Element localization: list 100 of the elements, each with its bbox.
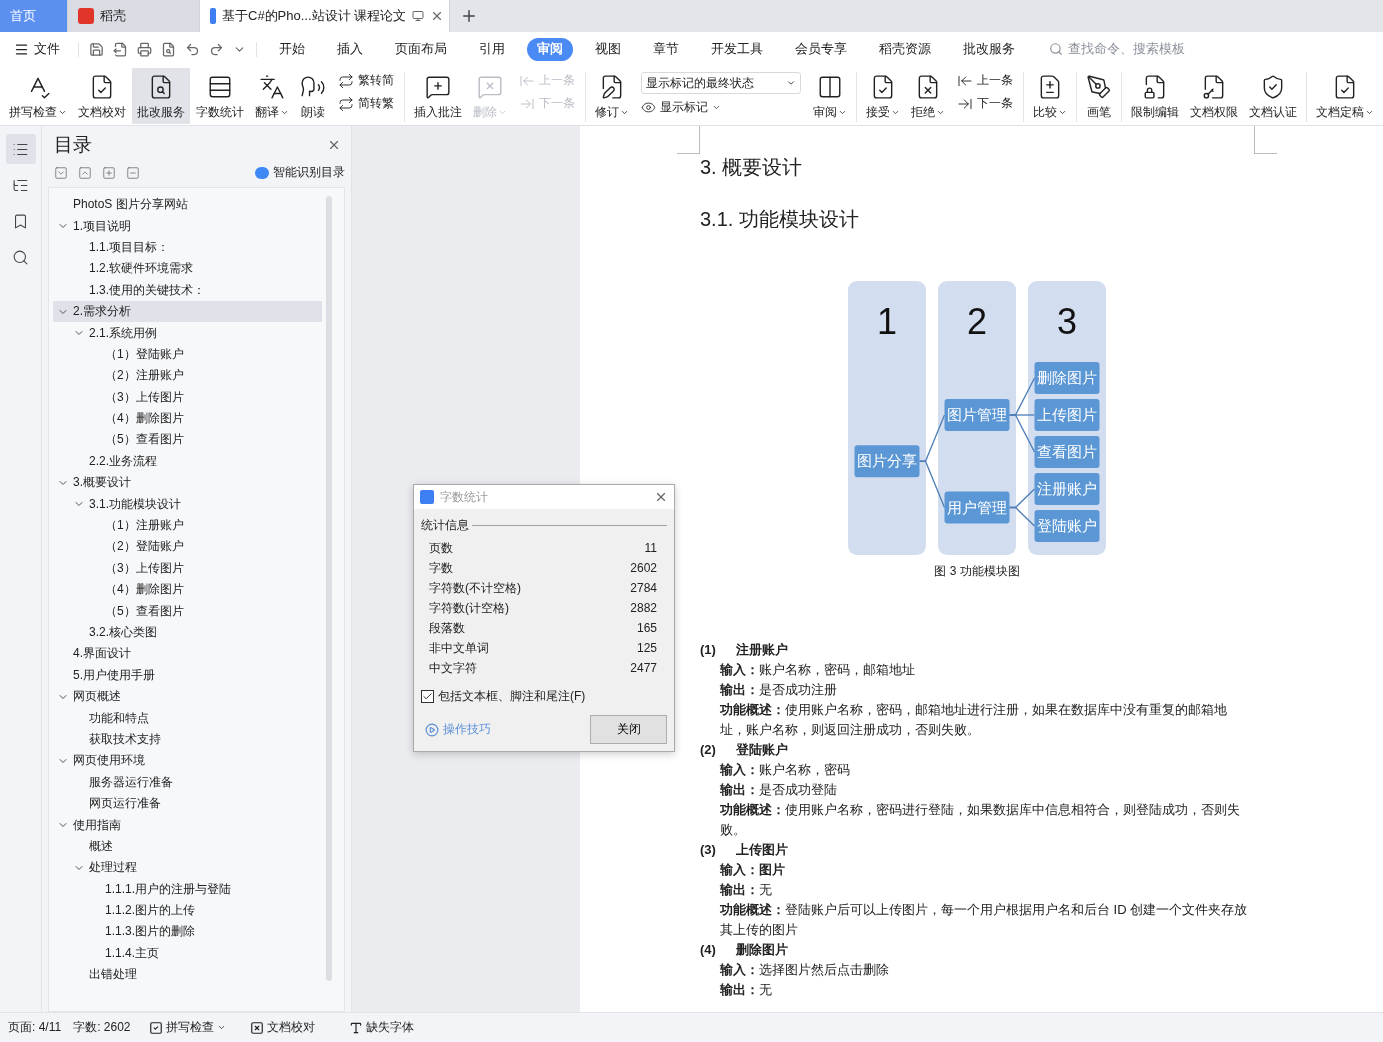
ribbon-tab[interactable]: 视图 (585, 37, 631, 61)
checkbox[interactable] (421, 690, 434, 703)
save-icon[interactable] (89, 41, 104, 57)
outline-item[interactable]: PhotoS 图片分享网站 (53, 194, 322, 216)
status-button[interactable]: 缺失字体 (342, 1019, 420, 1036)
document-tab[interactable]: 基于C#的Pho...站设计 课程论文 (200, 0, 450, 32)
outline-item[interactable]: （3）上传图片 (53, 557, 322, 580)
outline-item[interactable]: 1.1.4.主页 (53, 942, 322, 965)
ribbon-button[interactable]: 接受 (861, 68, 905, 124)
ribbon-button[interactable]: 文档认证 (1244, 68, 1302, 124)
ribbon-button[interactable]: 文档定稿 (1311, 68, 1379, 124)
ribbon-button[interactable]: 上一条 (957, 72, 1013, 89)
section-title: 登陆账户 (735, 741, 788, 759)
outline-item[interactable]: （2）登陆账户 (53, 536, 322, 558)
outline-item[interactable]: 2.需求分析 (53, 300, 322, 323)
ribbon-tab[interactable]: 稻壳资源 (869, 37, 941, 61)
outline-item[interactable]: 1.1.2.图片的上传 (53, 899, 322, 922)
ribbon-button[interactable]: 字数统计 (191, 68, 249, 124)
outline-item[interactable]: 1.1.1.用户的注册与登陆 (53, 878, 322, 900)
word-count[interactable]: 字数: 2602 (73, 1019, 131, 1036)
outline-item[interactable]: 网页使用环境 (53, 750, 322, 772)
smart-toc-link[interactable]: 智能识别目录 (255, 164, 345, 181)
outline-item[interactable]: 1.1.项目目标： (53, 236, 322, 259)
close-button[interactable]: 关闭 (590, 715, 667, 744)
ribbon-tab[interactable]: 开始 (269, 37, 315, 61)
ribbon-button[interactable]: 显示标记 (641, 99, 801, 116)
ribbon-tab[interactable]: 开发工具 (701, 37, 773, 61)
redo-icon[interactable] (209, 41, 224, 57)
ribbon-tab[interactable]: 章节 (643, 37, 689, 61)
ribbon-tab[interactable]: 批改服务 (953, 37, 1025, 61)
outline-item[interactable]: （1）登陆账户 (53, 343, 322, 366)
outline-item[interactable]: 2.2.业务流程 (53, 450, 322, 473)
outline-item[interactable]: 网页运行准备 (53, 792, 322, 815)
outline-item[interactable]: 3.1.功能模块设计 (53, 493, 322, 515)
outline-item[interactable]: （1）注册账户 (53, 514, 322, 537)
outline-item[interactable]: 服务器运行准备 (53, 771, 322, 793)
ribbon-tab[interactable]: 会员专享 (785, 37, 857, 61)
ribbon-tab[interactable]: 插入 (327, 37, 373, 61)
paragraph: 输出：无 (720, 981, 773, 999)
outline-item[interactable]: 功能和特点 (53, 707, 322, 729)
file-menu-button[interactable]: 文件 (8, 40, 66, 58)
outline-item[interactable]: 3.2.核心类图 (53, 621, 322, 644)
outline-item[interactable]: 2.1.系统用例 (53, 322, 322, 344)
outline-item[interactable]: 获取技术支持 (53, 728, 322, 751)
print-icon[interactable] (137, 41, 152, 57)
paragraph: 功能概述：使用账户名称，密码，邮箱地址进行注册，如果在数据库中没有重复的邮箱地址，账户名称，则返回注册成功，否则失败。 (720, 701, 1228, 739)
ribbon-button[interactable]: 比较 (1028, 68, 1072, 124)
outline-item[interactable]: （5）查看图片 (53, 429, 322, 451)
ribbon-button[interactable]: 下一条 (957, 95, 1013, 112)
outline-item[interactable]: （2）注册账户 (53, 365, 322, 387)
ribbon-button[interactable]: 简转繁 (338, 95, 394, 112)
outline-item[interactable]: 处理过程 (53, 857, 322, 879)
status-button[interactable]: 文档校对 (243, 1019, 321, 1036)
outline-item[interactable]: 4.界面设计 (53, 643, 322, 665)
outline-item[interactable]: 出错处理 (53, 964, 322, 986)
close-icon[interactable] (654, 490, 668, 504)
ribbon-button[interactable]: 拒绝 (906, 68, 950, 124)
outline-item[interactable]: （4）删除图片 (53, 407, 322, 430)
ribbon-button[interactable]: 批改服务 (132, 68, 190, 124)
play-icon (425, 722, 439, 737)
undo-icon[interactable] (185, 41, 200, 57)
ribbon-button[interactable]: 翻译 (250, 68, 294, 124)
outline-item[interactable]: 3.概要设计 (53, 472, 322, 494)
outline-item[interactable]: 1.项目说明 (53, 215, 322, 237)
ribbon-button[interactable]: 文档校对 (73, 68, 131, 124)
document-tab[interactable]: 稻壳 (68, 0, 200, 32)
export-icon[interactable] (113, 41, 128, 57)
outline-item[interactable]: 1.3.使用的关键技术： (53, 279, 322, 301)
expand-icon[interactable] (54, 165, 68, 180)
outline-icon[interactable] (5, 134, 36, 164)
ribbon-tab[interactable]: 引用 (469, 37, 515, 61)
ribbon-button[interactable]: 限制编辑 (1126, 68, 1184, 124)
outline-item[interactable]: 5.用户使用手册 (53, 664, 322, 686)
markup-dropdown[interactable]: 显示标记的最终状态 (641, 72, 801, 94)
search-field[interactable]: 查找命令、搜索模板 (1049, 41, 1216, 57)
outline-item[interactable]: 使用指南 (53, 814, 322, 836)
ribbon-button[interactable]: 文档权限 (1185, 68, 1243, 124)
outline-item[interactable]: （3）上传图片 (53, 386, 322, 408)
ribbon-button[interactable]: 朗读 (295, 68, 331, 124)
preview-icon[interactable] (161, 41, 176, 57)
dialog-title: 字数统计 (440, 488, 489, 506)
monitor-icon[interactable] (412, 10, 425, 22)
ribbon-button[interactable]: 审阅 (808, 68, 852, 124)
ribbon-button[interactable]: 繁转简 (338, 72, 394, 89)
status-button[interactable]: 拼写检查 (142, 1019, 232, 1036)
connector-line (1008, 506, 1036, 527)
panel-title: 目录 (54, 133, 92, 157)
outline-item[interactable]: （4）删除图片 (53, 579, 322, 601)
ribbon-button[interactable]: 画笔 (1081, 68, 1117, 124)
ribbon-button[interactable]: 拼写检查 (4, 68, 72, 124)
outline-item[interactable]: 网页概述 (53, 686, 322, 708)
outline-item[interactable]: 1.2.软硬件环境需求 (53, 258, 322, 280)
outline-item[interactable]: 概述 (53, 835, 322, 858)
outline-item[interactable]: 1.1.3.图片的删除 (53, 921, 322, 943)
close-icon[interactable] (327, 138, 341, 152)
ribbon-tab[interactable]: 页面布局 (385, 37, 457, 61)
outline-item[interactable]: （5）查看图片 (53, 600, 322, 622)
ribbon-button[interactable]: 插入批注 (409, 68, 467, 124)
ribbon-button[interactable]: 修订 (590, 68, 634, 124)
checkbox-label[interactable]: 包括文本框、脚注和尾注(F) (438, 688, 586, 705)
